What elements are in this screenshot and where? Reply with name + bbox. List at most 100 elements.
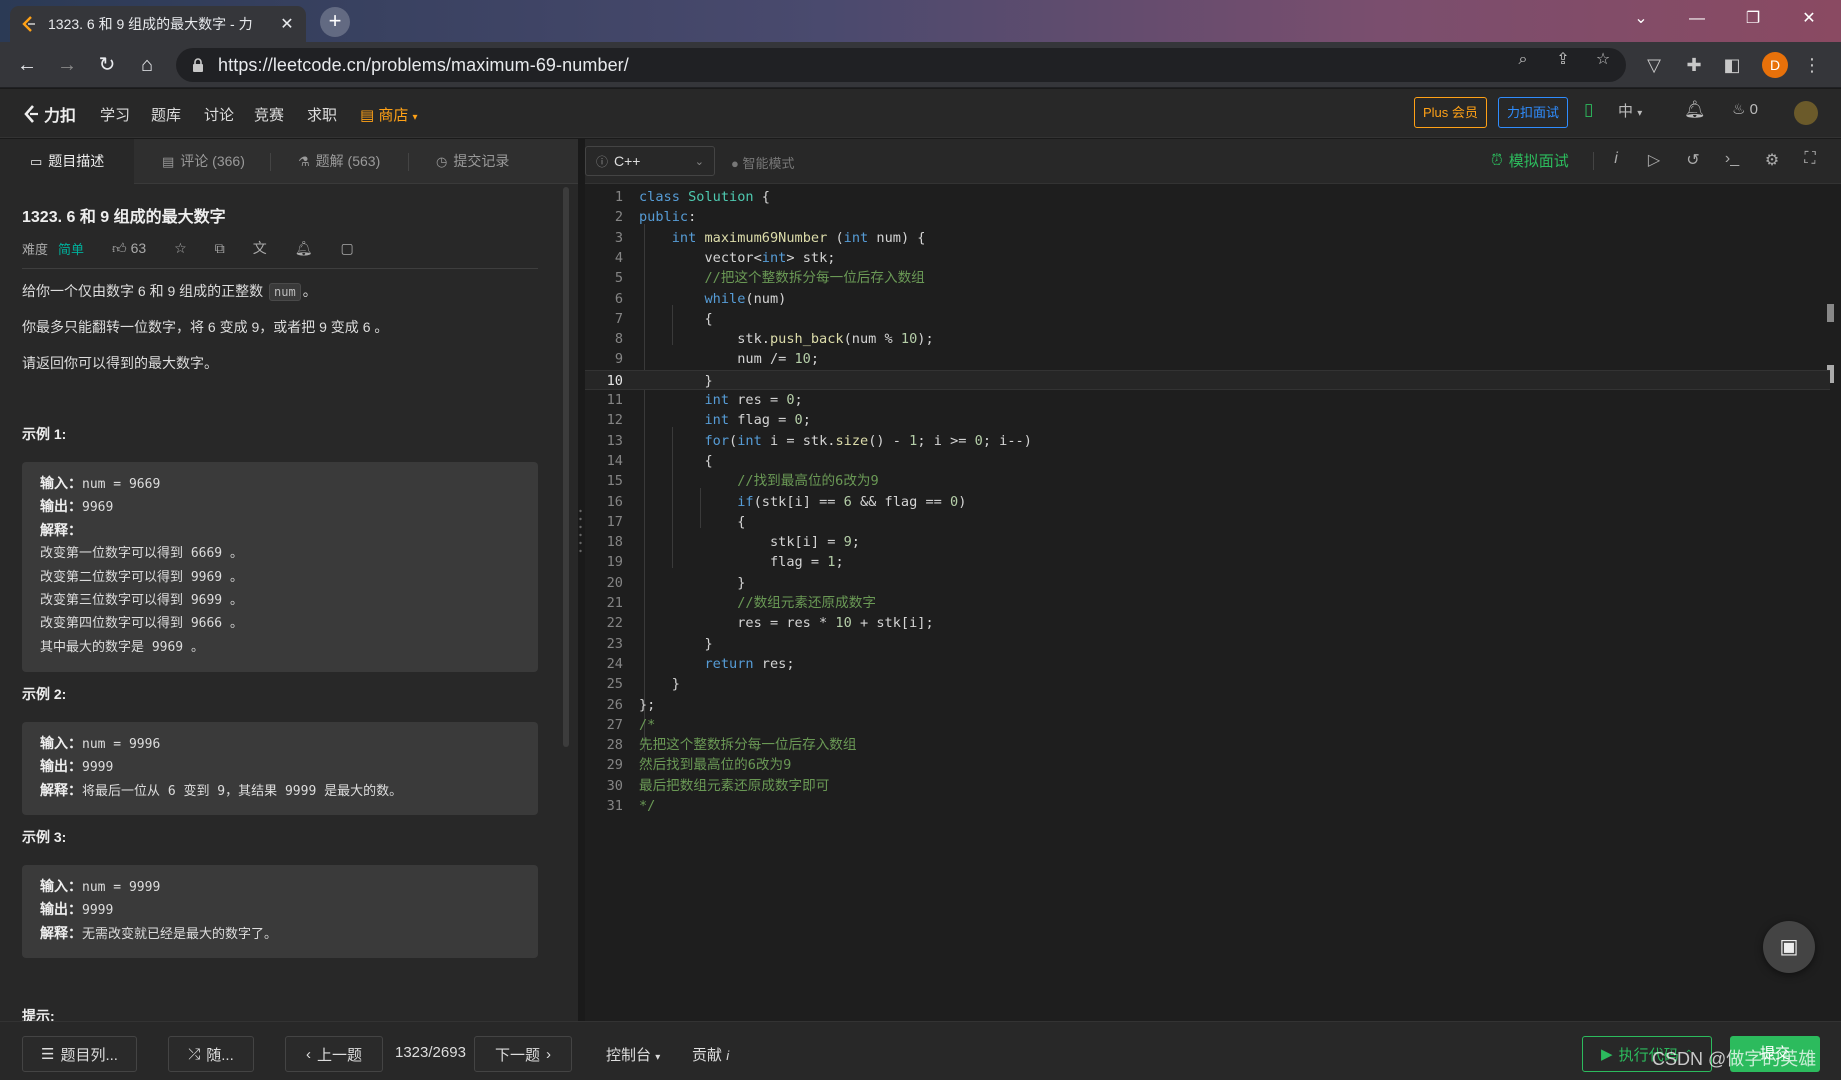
forward-button[interactable]: → [52, 50, 82, 80]
new-tab-button[interactable]: + [320, 7, 350, 37]
reload-button[interactable]: ↻ [92, 50, 122, 80]
code-line[interactable]: 11 int res = 0; [585, 390, 1830, 410]
code-line[interactable]: 12 int flag = 0; [585, 410, 1830, 430]
tab-description[interactable]: ▭ 题目描述 [0, 139, 135, 184]
fullscreen-icon[interactable]: ⛶ [1799, 150, 1821, 168]
restore-button[interactable]: ❐ [1730, 6, 1776, 32]
code-line[interactable]: 25 } [585, 674, 1830, 694]
nav-link-contest[interactable]: 竞赛 [254, 104, 284, 125]
nav-link-discuss[interactable]: 讨论 [204, 104, 234, 125]
nav-link-problems[interactable]: 题库 [151, 104, 181, 125]
extensions-puzzle-icon[interactable]: ✚ [1682, 53, 1706, 77]
interview-button[interactable]: 力扣面试 [1498, 97, 1569, 128]
settings-gear-icon[interactable]: ⚙ [1761, 150, 1783, 170]
nav-link-jobs[interactable]: 求职 [307, 104, 337, 125]
home-button[interactable]: ⌂ [132, 50, 162, 80]
favorite-star-icon[interactable]: ☆ [174, 240, 187, 257]
tab-comments[interactable]: ▤ 评论 (366) [162, 139, 245, 184]
code-line[interactable]: 21 //数组元素还原成数字 [585, 593, 1830, 613]
smart-mode-toggle[interactable]: ● 智能模式 [731, 153, 795, 172]
zoom-icon[interactable]: ⌕ [1512, 49, 1534, 71]
mock-interview-button[interactable]: ⏰︎ 模拟面试 [1491, 150, 1569, 171]
minimize-button[interactable]: — [1674, 6, 1720, 32]
example-3-heading: 示例 3: [22, 829, 67, 845]
next-problem-button[interactable]: 下一题 › [474, 1036, 572, 1072]
share-icon[interactable]: ⇪ [1552, 49, 1574, 71]
user-avatar[interactable] [1794, 101, 1818, 125]
browser-menu-icon[interactable]: ⋮ [1800, 53, 1824, 77]
desc1-end: 。 [302, 283, 317, 299]
code-line[interactable]: 28 先把这个整数拆分每一位后存入数组 [585, 735, 1830, 755]
random-button[interactable]: ⤮ 随... [168, 1036, 254, 1072]
code-line[interactable]: 16 if(stk[i] == 6 && flag == 0) [585, 492, 1830, 512]
code-line[interactable]: 3 int maximum69Number (int num) { [585, 228, 1830, 248]
code-line[interactable]: 7 { [585, 309, 1830, 329]
code-line[interactable]: 23 } [585, 634, 1830, 654]
code-line[interactable]: 5 //把这个整数拆分每一位后存入数组 [585, 268, 1830, 288]
code-line[interactable]: 29 然后找到最高位的6改为9 [585, 755, 1830, 775]
code-line[interactable]: 13 for(int i = stk.size() - 1; i >= 0; i… [585, 431, 1830, 451]
panel-resize-handle[interactable] [578, 505, 583, 555]
copy-icon[interactable]: ⧉ [215, 240, 225, 257]
browser-tab[interactable]: 1323. 6 和 9 组成的最大数字 - 力 ✕ [10, 6, 306, 42]
contribute-link[interactable]: 贡献 i [692, 1044, 729, 1065]
code-line[interactable]: 2 public: [585, 207, 1830, 227]
code-line[interactable]: 31 */ [585, 796, 1830, 816]
profile-avatar[interactable]: D [1762, 52, 1788, 78]
site-logo[interactable]: 力扣 [22, 102, 76, 126]
reset-icon[interactable]: ↺ [1682, 150, 1704, 170]
play-outline-icon[interactable]: ▷ [1643, 150, 1665, 170]
code-line[interactable]: 9 num /= 10; [585, 349, 1830, 369]
code-line[interactable]: 20 } [585, 573, 1830, 593]
plus-member-button[interactable]: Plus 会员 [1414, 97, 1487, 128]
nav-link-learn[interactable]: 学习 [100, 104, 130, 125]
bookmark-star-icon[interactable]: ☆ [1592, 49, 1614, 71]
like-button[interactable]: 👍︎ 63 [112, 240, 146, 257]
translate-icon[interactable]: 文 [253, 238, 267, 258]
code-line[interactable]: 18 stk[i] = 9; [585, 532, 1830, 552]
code-line[interactable]: 19 flag = 1; [585, 552, 1830, 572]
code-line[interactable]: 17 { [585, 512, 1830, 532]
language-select[interactable]: ⓘ C++ ⌄ [585, 146, 715, 176]
explain-label: 解释： [40, 521, 82, 538]
feedback-icon[interactable]: ▢ [340, 240, 353, 257]
code-line[interactable]: 27 /* [585, 715, 1830, 735]
side-panel-icon[interactable]: ◧ [1720, 53, 1744, 77]
code-line[interactable]: 8 stk.push_back(num % 10); [585, 329, 1830, 349]
code-line[interactable]: 6 while(num) [585, 289, 1830, 309]
terminal-icon[interactable]: ›_ [1721, 150, 1743, 168]
tab-close-icon[interactable]: ✕ [278, 14, 296, 34]
language-switch[interactable]: 中 ▾ [1618, 100, 1642, 121]
explain-value: 将最后一位从 6 变到 9，其结果 9999 是最大的数。 [82, 783, 403, 799]
address-bar[interactable]: https://leetcode.cn/problems/maximum-69-… [176, 48, 1626, 82]
notification-bell-icon[interactable]: 🔔︎ [1684, 100, 1706, 120]
tab-submissions[interactable]: ◷ 提交记录 [436, 139, 509, 184]
code-line[interactable]: 15 //找到最高位的6改为9 [585, 471, 1830, 491]
problem-scrollbar[interactable] [563, 187, 569, 747]
window-close-button[interactable]: ✕ [1786, 6, 1832, 32]
code-line[interactable]: 10 } [585, 369, 1830, 390]
back-button[interactable]: ← [12, 50, 42, 80]
console-toggle[interactable]: 控制台 ▾ [606, 1044, 660, 1065]
explain-line: 改变第四位数字可以得到 9666 。 [40, 616, 243, 632]
code-line[interactable]: 26}; [585, 695, 1830, 715]
code-line[interactable]: 14 { [585, 451, 1830, 471]
extension-v-icon[interactable]: ▽ [1642, 53, 1666, 77]
code-line[interactable]: 24 return res; [585, 654, 1830, 674]
mobile-icon[interactable]: ▯ [1584, 100, 1593, 120]
nav-link-shop[interactable]: ▤ 商店 ▾ [360, 104, 418, 125]
problem-list-button[interactable]: ☰ 题目列... [22, 1036, 137, 1072]
tab-search-icon[interactable]: ⌄ [1618, 6, 1664, 32]
tab-solutions[interactable]: ⚗ 题解 (563) [298, 139, 380, 184]
info-i-icon[interactable]: i [1605, 150, 1627, 168]
points-counter[interactable]: ♨ 0 [1732, 100, 1758, 118]
bell-icon[interactable]: 🔔︎ [295, 240, 313, 257]
notes-floating-button[interactable]: ▣ [1763, 921, 1815, 973]
code-area[interactable]: 1 class Solution {2 public: 3 int maximum69… [585, 184, 1841, 1020]
line-number: 20 [606, 574, 623, 591]
prev-problem-button[interactable]: ‹ 上一题 [285, 1036, 383, 1072]
code-line[interactable]: 1 class Solution { [585, 187, 1830, 207]
code-line[interactable]: 30 最后把数组元素还原成数字即可 [585, 776, 1830, 796]
code-line[interactable]: 4 vector<int> stk; [585, 248, 1830, 268]
code-line[interactable]: 22 res = res * 10 + stk[i]; [585, 613, 1830, 633]
